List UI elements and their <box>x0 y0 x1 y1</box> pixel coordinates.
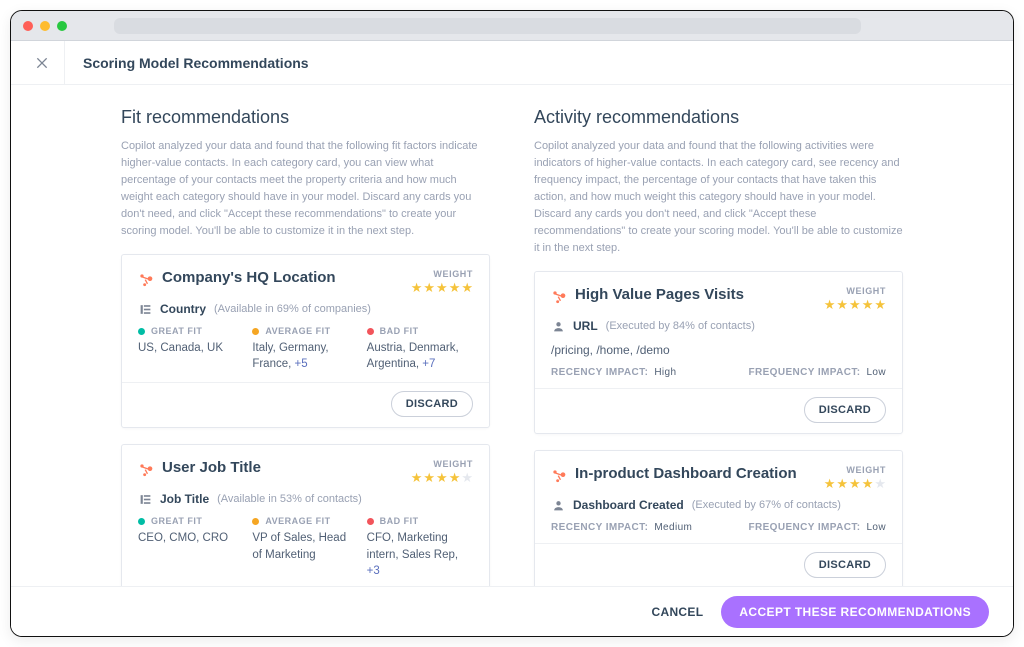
hubspot-icon <box>138 462 154 478</box>
traffic-light-minimize[interactable] <box>40 21 50 31</box>
recency-label: RECENCY IMPACT: <box>551 522 648 533</box>
accept-button[interactable]: ACCEPT THESE RECOMMENDATIONS <box>721 596 989 628</box>
activity-heading: Activity recommendations <box>534 107 903 128</box>
recency-value: High <box>654 367 676 378</box>
more-link[interactable]: +7 <box>422 358 435 370</box>
cancel-button[interactable]: CANCEL <box>652 605 704 619</box>
bad-fit-values: Austria, Denmark, Argentina, +7 <box>367 340 473 372</box>
page-header: Scoring Model Recommendations <box>11 41 1013 85</box>
discard-button[interactable]: DISCARD <box>391 391 473 417</box>
weight-label: WEIGHT <box>411 269 473 279</box>
average-fit-label: AVERAGE FIT <box>265 326 330 336</box>
address-bar[interactable] <box>114 18 861 34</box>
activity-card-high-value-pages: High Value Pages Visits WEIGHT ★★★★★ UR <box>534 271 903 434</box>
property-availability: (Available in 69% of companies) <box>214 303 371 315</box>
property-name: URL <box>573 319 598 333</box>
fit-card-job-title: User Job Title WEIGHT ★★★★★ Job Title <box>121 444 490 586</box>
close-icon[interactable] <box>19 41 65 85</box>
bad-fit-label: BAD FIT <box>380 516 419 526</box>
average-fit-values: Italy, Germany, France, +5 <box>252 340 358 372</box>
weight-label: WEIGHT <box>824 465 886 475</box>
card-title: In-product Dashboard Creation <box>575 465 816 482</box>
footer-bar: CANCEL ACCEPT THESE RECOMMENDATIONS <box>11 586 1013 636</box>
card-title: Company's HQ Location <box>162 269 403 286</box>
property-availability: (Executed by 84% of contacts) <box>606 320 755 332</box>
fit-description: Copilot analyzed your data and found tha… <box>121 138 490 240</box>
weight-stars: ★★★★★ <box>411 281 473 294</box>
fit-card-hq-location: Company's HQ Location WEIGHT ★★★★★ Coun <box>121 254 490 428</box>
dot-orange-icon <box>252 518 259 525</box>
average-fit-values: VP of Sales, Head of Marketing <box>252 530 358 562</box>
weight-stars: ★★★★★ <box>824 298 886 311</box>
activity-card-dashboard-creation: In-product Dashboard Creation WEIGHT ★★★… <box>534 450 903 586</box>
browser-frame: Scoring Model Recommendations Fit recomm… <box>10 10 1014 637</box>
dot-red-icon <box>367 518 374 525</box>
property-name: Job Title <box>160 492 209 506</box>
weight-stars: ★★★★★ <box>411 471 473 484</box>
window-titlebar <box>11 11 1013 41</box>
great-fit-values: US, Canada, UK <box>138 340 244 356</box>
property-icon <box>138 493 152 506</box>
discard-button[interactable]: DISCARD <box>804 552 886 578</box>
dot-green-icon <box>138 328 145 335</box>
user-icon <box>551 499 565 512</box>
hubspot-icon <box>551 289 567 305</box>
property-name: Dashboard Created <box>573 498 684 512</box>
dot-red-icon <box>367 328 374 335</box>
weight-label: WEIGHT <box>824 286 886 296</box>
card-title: High Value Pages Visits <box>575 286 816 303</box>
great-fit-values: CEO, CMO, CRO <box>138 530 244 546</box>
frequency-label: FREQUENCY IMPACT: <box>748 522 860 533</box>
frequency-value: Low <box>866 367 886 378</box>
bad-fit-label: BAD FIT <box>380 326 419 336</box>
great-fit-label: GREAT FIT <box>151 516 202 526</box>
dot-green-icon <box>138 518 145 525</box>
frequency-label: FREQUENCY IMPACT: <box>748 367 860 378</box>
hubspot-icon <box>551 468 567 484</box>
recency-value: Medium <box>654 522 692 533</box>
recency-label: RECENCY IMPACT: <box>551 367 648 378</box>
dot-orange-icon <box>252 328 259 335</box>
fit-heading: Fit recommendations <box>121 107 490 128</box>
weight-stars: ★★★★★ <box>824 477 886 490</box>
fit-column: Fit recommendations Copilot analyzed you… <box>121 107 490 586</box>
content-area: Fit recommendations Copilot analyzed you… <box>11 85 1013 586</box>
activity-description: Copilot analyzed your data and found tha… <box>534 138 903 257</box>
url-values: /pricing, /home, /demo <box>551 343 886 357</box>
user-icon <box>551 320 565 333</box>
bad-fit-values: CFO, Marketing intern, Sales Rep, +3 <box>367 530 473 578</box>
weight-label: WEIGHT <box>411 459 473 469</box>
page-title: Scoring Model Recommendations <box>65 55 309 71</box>
activity-column: Activity recommendations Copilot analyze… <box>534 107 903 586</box>
card-title: User Job Title <box>162 459 403 476</box>
great-fit-label: GREAT FIT <box>151 326 202 336</box>
traffic-light-close[interactable] <box>23 21 33 31</box>
more-link[interactable]: +5 <box>295 358 308 370</box>
traffic-light-maximize[interactable] <box>57 21 67 31</box>
page: Scoring Model Recommendations Fit recomm… <box>11 41 1013 636</box>
discard-button[interactable]: DISCARD <box>804 397 886 423</box>
property-availability: (Executed by 67% of contacts) <box>692 499 841 511</box>
hubspot-icon <box>138 272 154 288</box>
frequency-value: Low <box>866 522 886 533</box>
average-fit-label: AVERAGE FIT <box>265 516 330 526</box>
property-icon <box>138 303 152 316</box>
property-availability: (Available in 53% of contacts) <box>217 493 362 505</box>
more-link[interactable]: +3 <box>367 565 380 577</box>
property-name: Country <box>160 302 206 316</box>
